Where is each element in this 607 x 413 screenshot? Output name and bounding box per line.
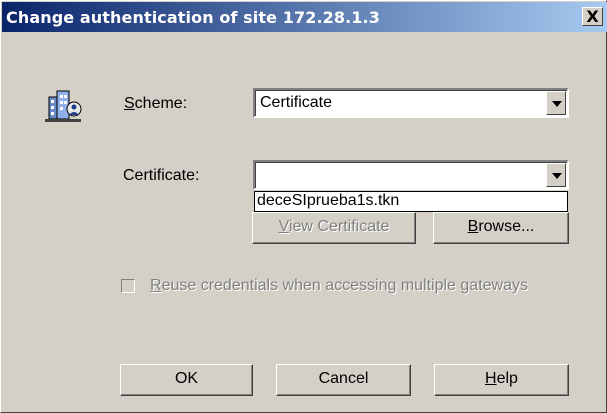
scheme-label: Scheme: xyxy=(124,95,188,112)
dialog-window: Change authentication of site 172.28.1.3… xyxy=(0,0,607,413)
cancel-button[interactable]: Cancel xyxy=(276,364,411,396)
certificate-select[interactable] xyxy=(253,160,569,190)
scheme-select-value: Certificate xyxy=(260,94,333,111)
browse-button[interactable]: Browse... xyxy=(433,212,569,244)
certificate-label: Certificate: xyxy=(123,167,200,184)
window-title: Change authentication of site 172.28.1.3 xyxy=(6,8,380,27)
view-certificate-label: View Certificate xyxy=(278,218,390,235)
view-certificate-button[interactable]: View Certificate xyxy=(252,212,416,244)
help-label: Help xyxy=(485,370,518,387)
network-site-icon xyxy=(45,90,82,122)
chevron-down-icon[interactable] xyxy=(546,163,566,187)
help-button[interactable]: Help xyxy=(434,364,569,396)
close-button[interactable]: X xyxy=(582,7,603,26)
browse-label: Browse... xyxy=(467,218,535,235)
close-icon: X xyxy=(586,7,599,26)
ok-label: OK xyxy=(174,370,199,387)
ok-button[interactable]: OK xyxy=(120,364,253,396)
cancel-label: Cancel xyxy=(318,370,369,387)
reuse-credentials-label: Reuse credentials when accessing multipl… xyxy=(150,277,528,294)
chevron-down-icon[interactable] xyxy=(546,91,566,115)
certificate-dropdown-list: deceSIprueba1s.tkn xyxy=(254,191,568,212)
dropdown-item[interactable]: deceSIprueba1s.tkn xyxy=(257,192,399,210)
reuse-credentials-checkbox[interactable] xyxy=(121,279,135,293)
title-bar[interactable]: Change authentication of site 172.28.1.3… xyxy=(2,2,607,32)
scheme-select[interactable]: Certificate xyxy=(253,88,569,118)
